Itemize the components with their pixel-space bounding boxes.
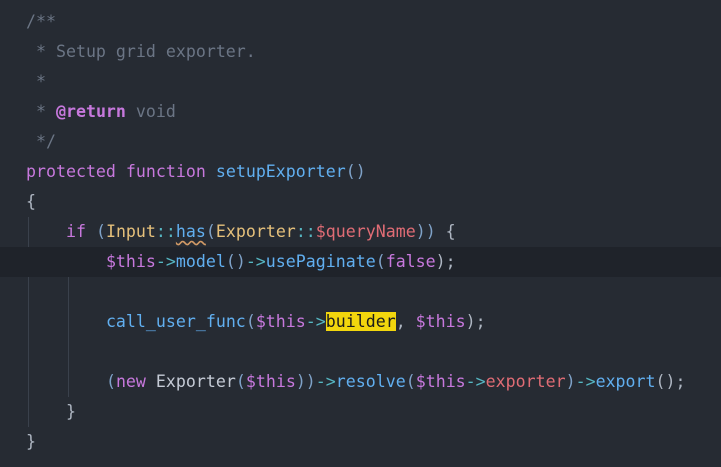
code-token: *: [26, 72, 46, 91]
code-text: {: [26, 187, 36, 217]
code-token: void: [125, 102, 176, 121]
code-token: * Setup grid exporter.: [26, 42, 256, 61]
code-token: ->: [245, 252, 266, 271]
code-token: resolve: [335, 372, 406, 391]
code-token: export: [595, 372, 656, 391]
code-token: ->: [465, 372, 486, 391]
code-token: Exporter: [215, 222, 296, 241]
code-text: * Setup grid exporter.: [26, 37, 256, 67]
code-token: );: [465, 312, 486, 331]
code-line[interactable]: }: [0, 397, 721, 427]
code-line[interactable]: {: [0, 187, 721, 217]
code-token: )): [295, 372, 316, 391]
code-token: exporter: [485, 372, 566, 391]
code-token: ): [565, 372, 576, 391]
code-token: /**: [26, 12, 56, 31]
code-line[interactable]: /**: [0, 7, 721, 37]
code-line[interactable]: [0, 337, 721, 367]
code-text: * @return void: [26, 97, 176, 127]
code-token: call_user_func: [105, 312, 246, 331]
code-text: $this->model()->usePaginate(false);: [26, 247, 456, 277]
code-token: $this: [255, 312, 306, 331]
code-token: ,: [395, 312, 416, 331]
code-token: }: [26, 432, 36, 451]
code-token: $queryName: [315, 222, 416, 241]
code-token: if: [65, 222, 86, 241]
code-token: (: [205, 222, 216, 241]
code-token: protected: [26, 162, 116, 181]
code-token: Exporter: [155, 372, 236, 391]
code-token: function: [125, 162, 206, 181]
code-editor[interactable]: /** * Setup grid exporter. * * @return v…: [0, 0, 721, 467]
code-text: *: [26, 67, 46, 97]
code-token: *: [26, 102, 56, 121]
code-token: ();: [655, 372, 686, 391]
code-token: {: [26, 192, 36, 211]
code-token: */: [26, 132, 56, 151]
code-token: setupExporter: [215, 162, 346, 181]
code-text: if (Input::has(Exporter::$queryName)) {: [26, 217, 456, 247]
code-token: Input: [105, 222, 156, 241]
code-token: }: [65, 402, 76, 421]
code-token: $this: [415, 312, 466, 331]
code-token: @return: [55, 102, 126, 121]
code-token: model: [175, 252, 226, 271]
highlighted-token: builder: [325, 312, 396, 331]
code-token: new: [115, 372, 146, 391]
code-line[interactable]: */: [0, 127, 721, 157]
code-text: /**: [26, 7, 56, 37]
code-line[interactable]: [0, 277, 721, 307]
code-token: (: [245, 312, 256, 331]
code-text: (new Exporter($this))->resolve($this->ex…: [26, 367, 686, 397]
code-text: call_user_func($this->builder, $this);: [26, 307, 486, 337]
code-token: (: [405, 372, 416, 391]
code-line[interactable]: }: [0, 427, 721, 457]
code-token: (: [95, 222, 106, 241]
code-text: }: [26, 427, 36, 457]
code-token: usePaginate: [265, 252, 376, 271]
code-token: ->: [315, 372, 336, 391]
code-token: (: [105, 372, 116, 391]
code-token: $this: [245, 372, 296, 391]
code-token: has: [175, 222, 206, 241]
code-token: {: [435, 222, 456, 241]
code-token: $this: [105, 252, 156, 271]
code-token: ->: [575, 372, 596, 391]
code-token: (: [235, 372, 246, 391]
code-line[interactable]: call_user_func($this->builder, $this);: [0, 307, 721, 337]
code-token: ->: [155, 252, 176, 271]
code-text: */: [26, 127, 56, 157]
code-token: ::: [155, 222, 176, 241]
code-token: $this: [415, 372, 466, 391]
code-text: protected function setupExporter(): [26, 157, 366, 187]
code-line[interactable]: *: [0, 67, 721, 97]
code-text: }: [26, 397, 76, 427]
code-token: );: [435, 252, 456, 271]
code-line-current[interactable]: $this->model()->usePaginate(false);: [0, 247, 721, 277]
code-line[interactable]: * @return void: [0, 97, 721, 127]
code-token: )): [415, 222, 436, 241]
code-token: ->: [305, 312, 326, 331]
code-line[interactable]: if (Input::has(Exporter::$queryName)) {: [0, 217, 721, 247]
code-token: false: [385, 252, 436, 271]
code-line[interactable]: * Setup grid exporter.: [0, 37, 721, 67]
code-token: (: [375, 252, 386, 271]
code-line[interactable]: (new Exporter($this))->resolve($this->ex…: [0, 367, 721, 397]
code-token: (): [345, 162, 366, 181]
code-token: ::: [295, 222, 316, 241]
code-line[interactable]: protected function setupExporter(): [0, 157, 721, 187]
code-token: (): [225, 252, 246, 271]
